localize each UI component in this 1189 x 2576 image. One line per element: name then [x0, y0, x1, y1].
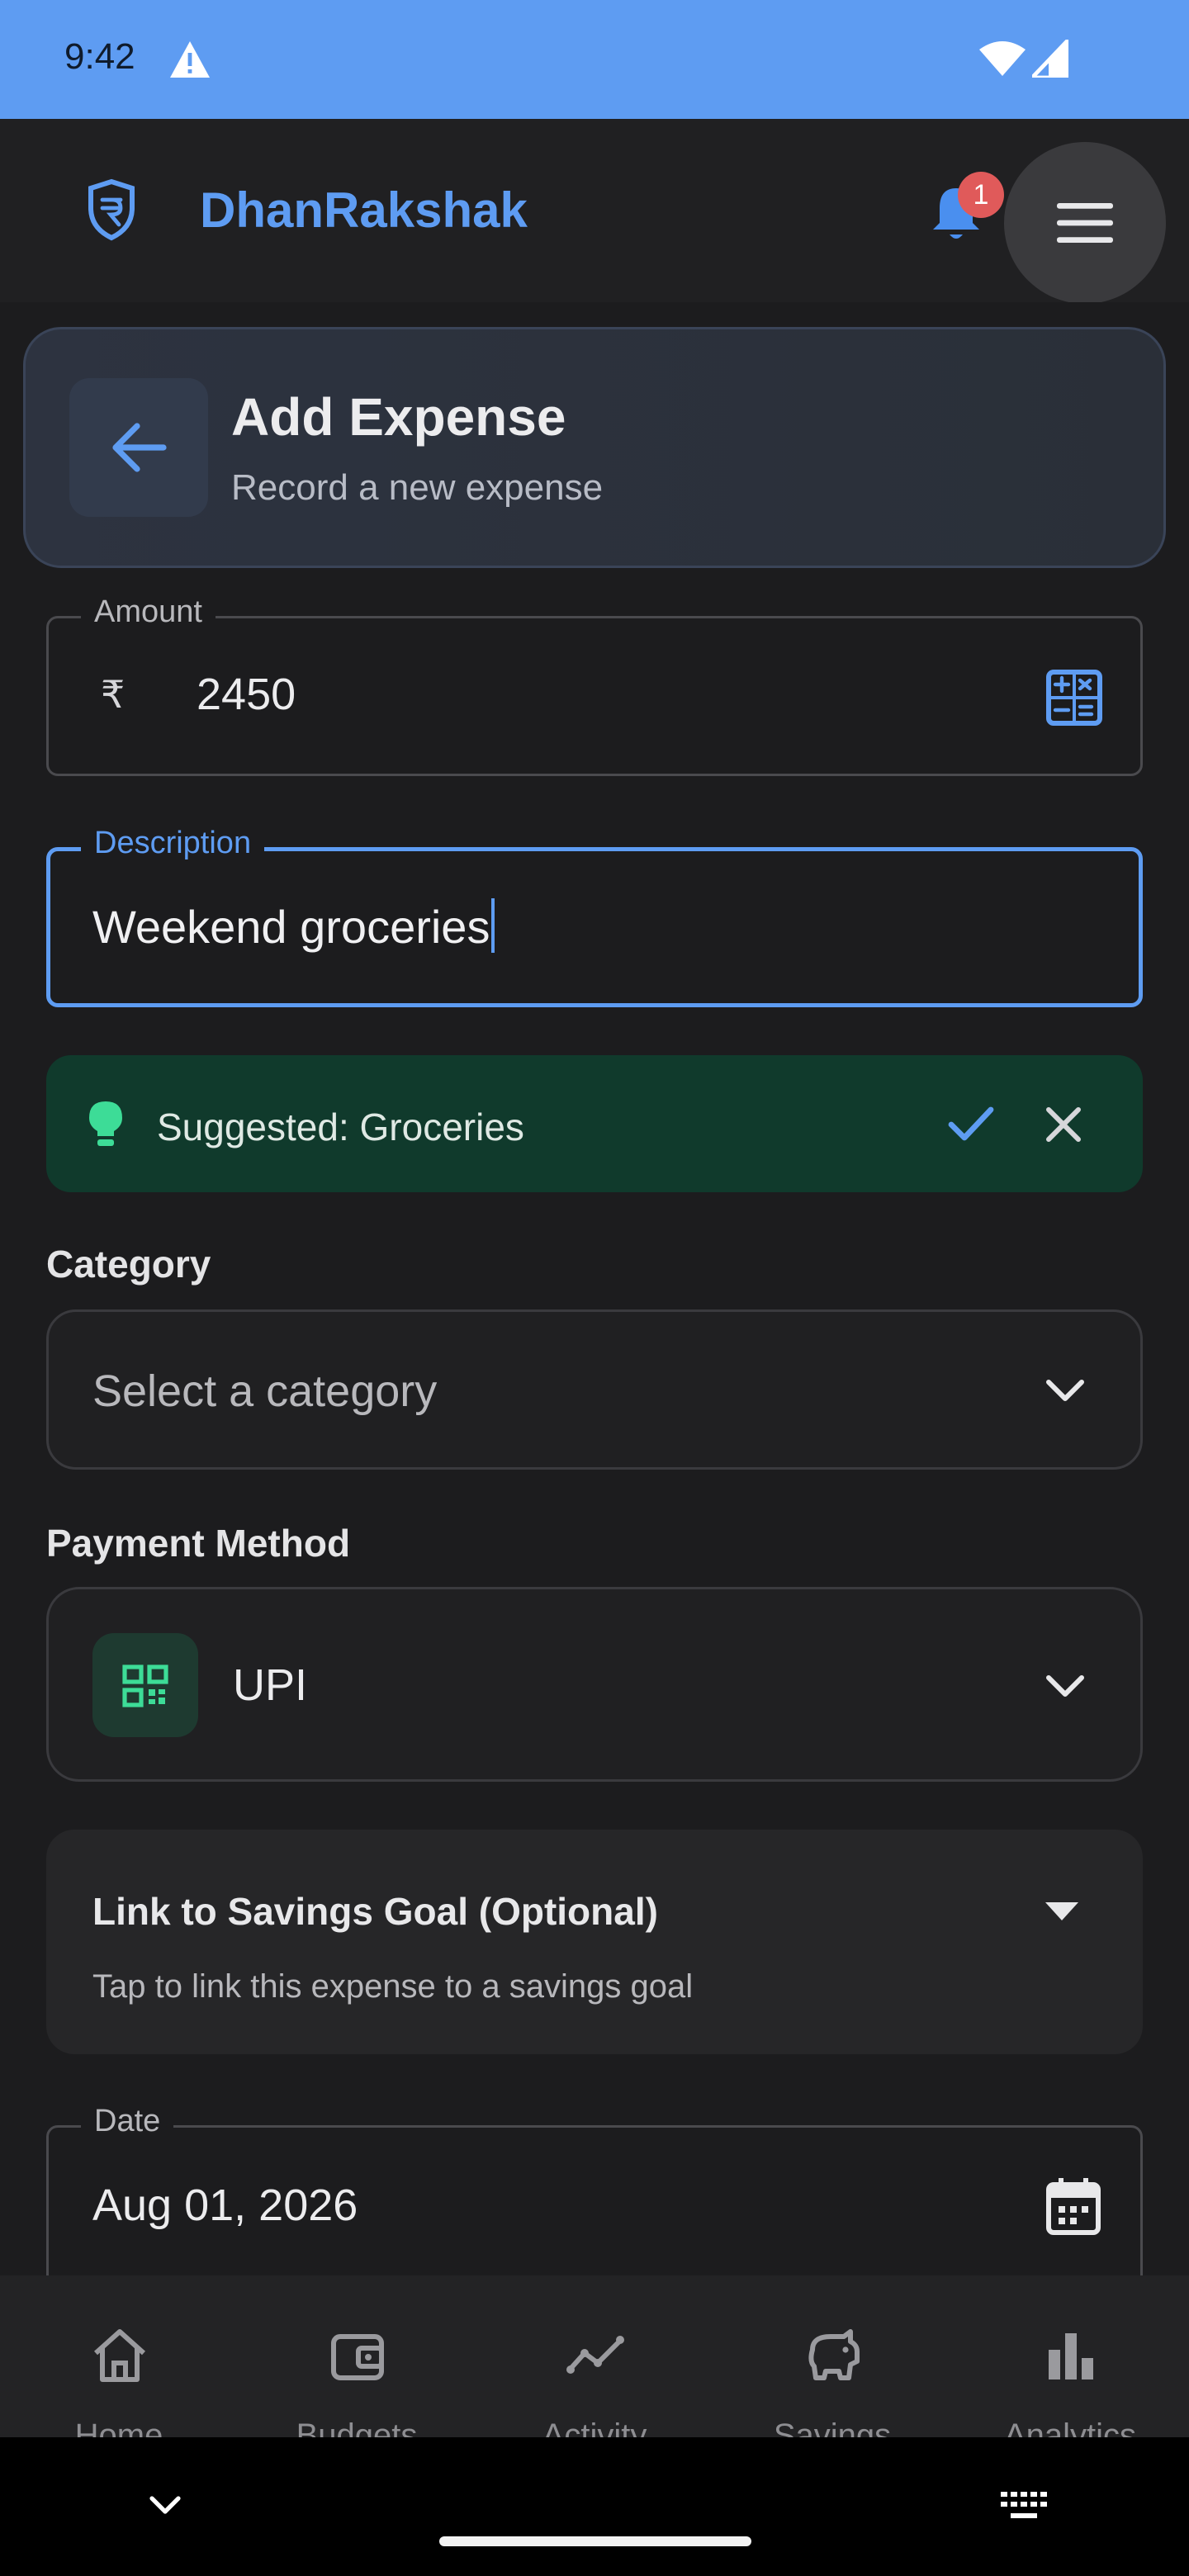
payment-method-label: Payment Method [46, 1522, 351, 1565]
calendar-icon[interactable] [1045, 2176, 1101, 2236]
shield-logo-icon [88, 178, 135, 241]
bottom-navigation: Home Budgets Activity Savings Analytics [0, 2275, 1189, 2437]
page-title: Add Expense [231, 387, 566, 447]
bar-chart-icon [1049, 2333, 1093, 2379]
lightbulb-icon [89, 1101, 122, 1146]
nav-item-savings[interactable]: Savings [713, 2275, 951, 2437]
app-title: DhanRakshak [200, 182, 528, 238]
date-label: Date [81, 2104, 174, 2139]
chevron-down-icon [1046, 1675, 1084, 1697]
description-label: Description [81, 826, 265, 861]
description-value: Weekend groceries [92, 898, 495, 954]
wifi-icon [979, 41, 1026, 76]
payment-method-dropdown[interactable] [46, 1587, 1143, 1782]
text-caret [491, 898, 495, 953]
hide-keyboard-icon[interactable] [149, 2493, 182, 2517]
date-value: Aug 01, 2026 [92, 2181, 358, 2230]
savings-goal-expander[interactable] [46, 1830, 1143, 2054]
keyboard-icon[interactable] [1001, 2492, 1047, 2520]
chevron-down-icon [1046, 1380, 1084, 1401]
nav-label: Savings [773, 2417, 892, 2437]
nav-label: Budgets [296, 2417, 418, 2437]
hamburger-menu-icon [1057, 203, 1113, 243]
savings-goal-description: Tap to link this expense to a savings go… [92, 1968, 694, 2005]
page-subtitle: Record a new expense [231, 467, 604, 508]
category-placeholder: Select a category [92, 1366, 438, 1416]
amount-label: Amount [81, 594, 216, 630]
calculator-icon[interactable] [1045, 669, 1103, 727]
nav-label: Analytics [1003, 2417, 1137, 2437]
rupee-icon: ₹ [101, 673, 126, 716]
close-icon[interactable] [1045, 1106, 1082, 1143]
qr-code-icon [122, 1664, 168, 1707]
home-gesture-bar[interactable] [439, 2536, 751, 2546]
notification-badge: 1 [958, 172, 1004, 218]
nav-item-home[interactable]: Home [0, 2275, 238, 2437]
nav-label: Activity [542, 2417, 647, 2437]
amount-value: 2450 [197, 670, 296, 719]
payment-method-value: UPI [233, 1660, 308, 1710]
suggestion-text: Suggested: Groceries [157, 1106, 524, 1148]
check-icon[interactable] [948, 1105, 994, 1144]
activity-icon [566, 2336, 624, 2374]
home-icon [93, 2329, 146, 2382]
status-time: 9:42 [64, 36, 135, 77]
piggy-bank-icon [808, 2329, 860, 2380]
savings-goal-title: Link to Savings Goal (Optional) [92, 1890, 658, 1933]
wallet-icon [331, 2334, 384, 2380]
warning-icon [170, 41, 210, 78]
signal-icon [1032, 40, 1068, 78]
description-text: Weekend groceries [92, 901, 490, 953]
nav-item-budgets[interactable]: Budgets [238, 2275, 476, 2437]
nav-label: Home [74, 2417, 163, 2437]
nav-item-activity[interactable]: Activity [476, 2275, 713, 2437]
arrow-left-icon [112, 423, 167, 472]
nav-item-analytics[interactable]: Analytics [951, 2275, 1189, 2437]
dropdown-arrow-icon [1045, 1902, 1078, 1920]
category-label: Category [46, 1243, 211, 1286]
